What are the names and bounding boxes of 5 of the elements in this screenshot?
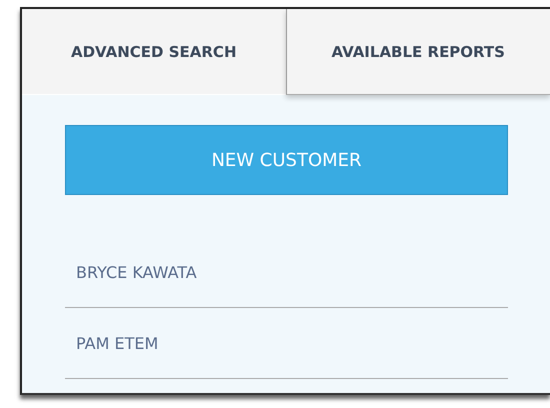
- customer-name[interactable]: PAM ETEM: [76, 334, 158, 352]
- tab[interactable]: AVAILABLE REPORTS: [286, 9, 550, 95]
- tab[interactable]: ADVANCED SEARCH: [22, 9, 286, 95]
- new-customer-button[interactable]: NEW CUSTOMER: [65, 125, 508, 195]
- customer-name[interactable]: BRYCE KAWATA: [76, 262, 197, 282]
